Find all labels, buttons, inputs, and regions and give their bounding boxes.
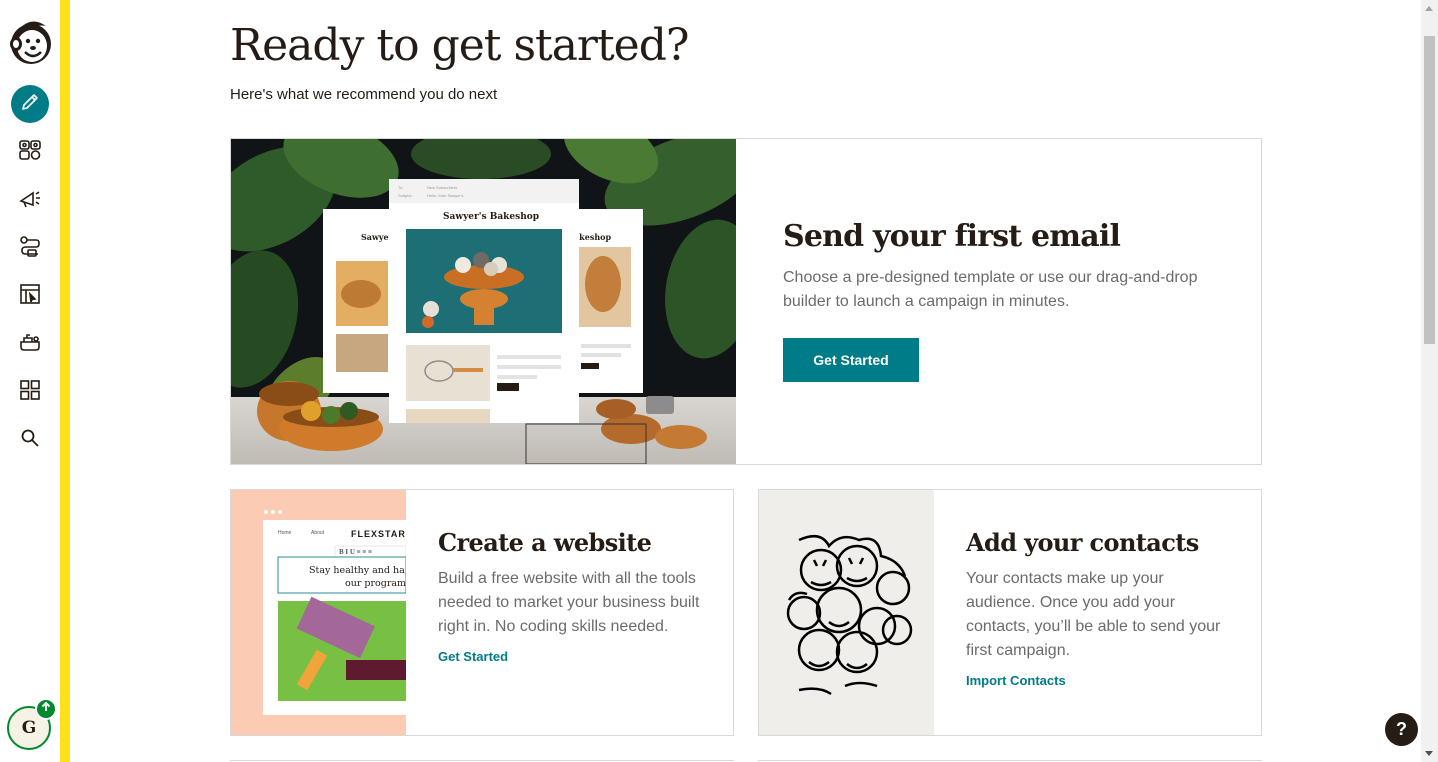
email-template-illustration: Sawyer' akeshop To: New Subscribers Subj… <box>231 139 736 464</box>
front-card-title: Sawyer's Bakeshop <box>443 212 539 222</box>
page-scrollbar[interactable] <box>1421 0 1438 762</box>
site-headline-line2: our program <box>345 578 406 589</box>
send-email-card: Sawyer' akeshop To: New Subscribers Subj… <box>230 138 1262 465</box>
integrations-grid-icon <box>18 378 42 407</box>
audience-icon <box>18 138 42 167</box>
pencil-icon <box>20 92 40 117</box>
send-email-description: Choose a pre-designed template or use ou… <box>783 269 1198 310</box>
nav-create[interactable] <box>11 85 49 123</box>
side-navigation: G <box>0 0 60 762</box>
scroll-down-arrow-icon[interactable] <box>1425 751 1433 756</box>
email-subject-value: Hello, from Sawyer's <box>427 193 464 198</box>
site-headline-line1: Stay healthy and ha <box>309 565 405 576</box>
email-to-value: New Subscribers <box>427 185 457 190</box>
help-question-icon: ? <box>1396 719 1407 739</box>
add-contacts-card: Add your contacts Your contacts make up … <box>758 489 1262 736</box>
megaphone-icon <box>18 186 42 215</box>
nav-integrations[interactable] <box>12 374 48 410</box>
editor-toolbar-icons: B I U ≡ ≡ ≡ <box>339 548 372 556</box>
nav-automations[interactable] <box>12 230 48 266</box>
create-website-content: Create a website Build a free website wi… <box>438 528 708 666</box>
upgrade-badge[interactable] <box>35 698 57 720</box>
brand-accent-bar <box>60 0 70 762</box>
create-website-description: Build a free website with all the tools … <box>438 570 700 635</box>
content-icon <box>18 330 42 359</box>
nav-website[interactable] <box>12 278 48 314</box>
freddie-logo-icon[interactable] <box>8 14 54 66</box>
site-nav-about: About <box>311 530 325 536</box>
site-brand: FLEXSTART <box>351 529 406 539</box>
avatar-initial: G <box>21 718 37 738</box>
nav-audience[interactable] <box>12 134 48 170</box>
website-builder-illustration: Home About FLEXSTART B I U ≡ ≡ ≡ Stay he… <box>231 490 406 735</box>
add-contacts-title: Add your contacts <box>966 528 1199 557</box>
create-website-card: Home About FLEXSTART B I U ≡ ≡ ≡ Stay he… <box>230 489 734 736</box>
add-contacts-description: Your contacts make up your audience. Onc… <box>966 570 1221 659</box>
contacts-illustration <box>759 490 934 735</box>
add-contacts-content: Add your contacts Your contacts make up … <box>966 528 1236 690</box>
website-icon <box>18 282 42 311</box>
send-email-content: Send your first email Choose a pre-desig… <box>783 219 1223 382</box>
email-to-label: To: <box>398 185 403 190</box>
get-started-email-button[interactable]: Get Started <box>783 338 919 382</box>
search-icon <box>19 427 41 454</box>
import-contacts-link[interactable]: Import Contacts <box>966 673 1066 688</box>
nav-campaigns[interactable] <box>12 182 48 218</box>
page-title: Ready to get started? <box>230 20 689 71</box>
nav-search[interactable] <box>12 422 48 458</box>
scroll-up-arrow-icon[interactable] <box>1425 6 1433 11</box>
site-nav-home: Home <box>278 530 292 536</box>
automations-icon <box>18 234 42 263</box>
create-website-title: Create a website <box>438 528 652 557</box>
page-subtitle: Here's what we recommend you do next <box>230 86 498 103</box>
arrow-up-icon <box>40 700 52 718</box>
email-subject-label: Subject: <box>398 193 412 198</box>
get-started-website-link[interactable]: Get Started <box>438 649 508 664</box>
nav-content[interactable] <box>12 326 48 362</box>
send-email-title: Send your first email <box>783 219 1121 254</box>
right-card-title: akeshop <box>574 232 611 242</box>
scrollbar-thumb[interactable] <box>1424 36 1435 344</box>
help-button[interactable]: ? <box>1385 713 1418 746</box>
